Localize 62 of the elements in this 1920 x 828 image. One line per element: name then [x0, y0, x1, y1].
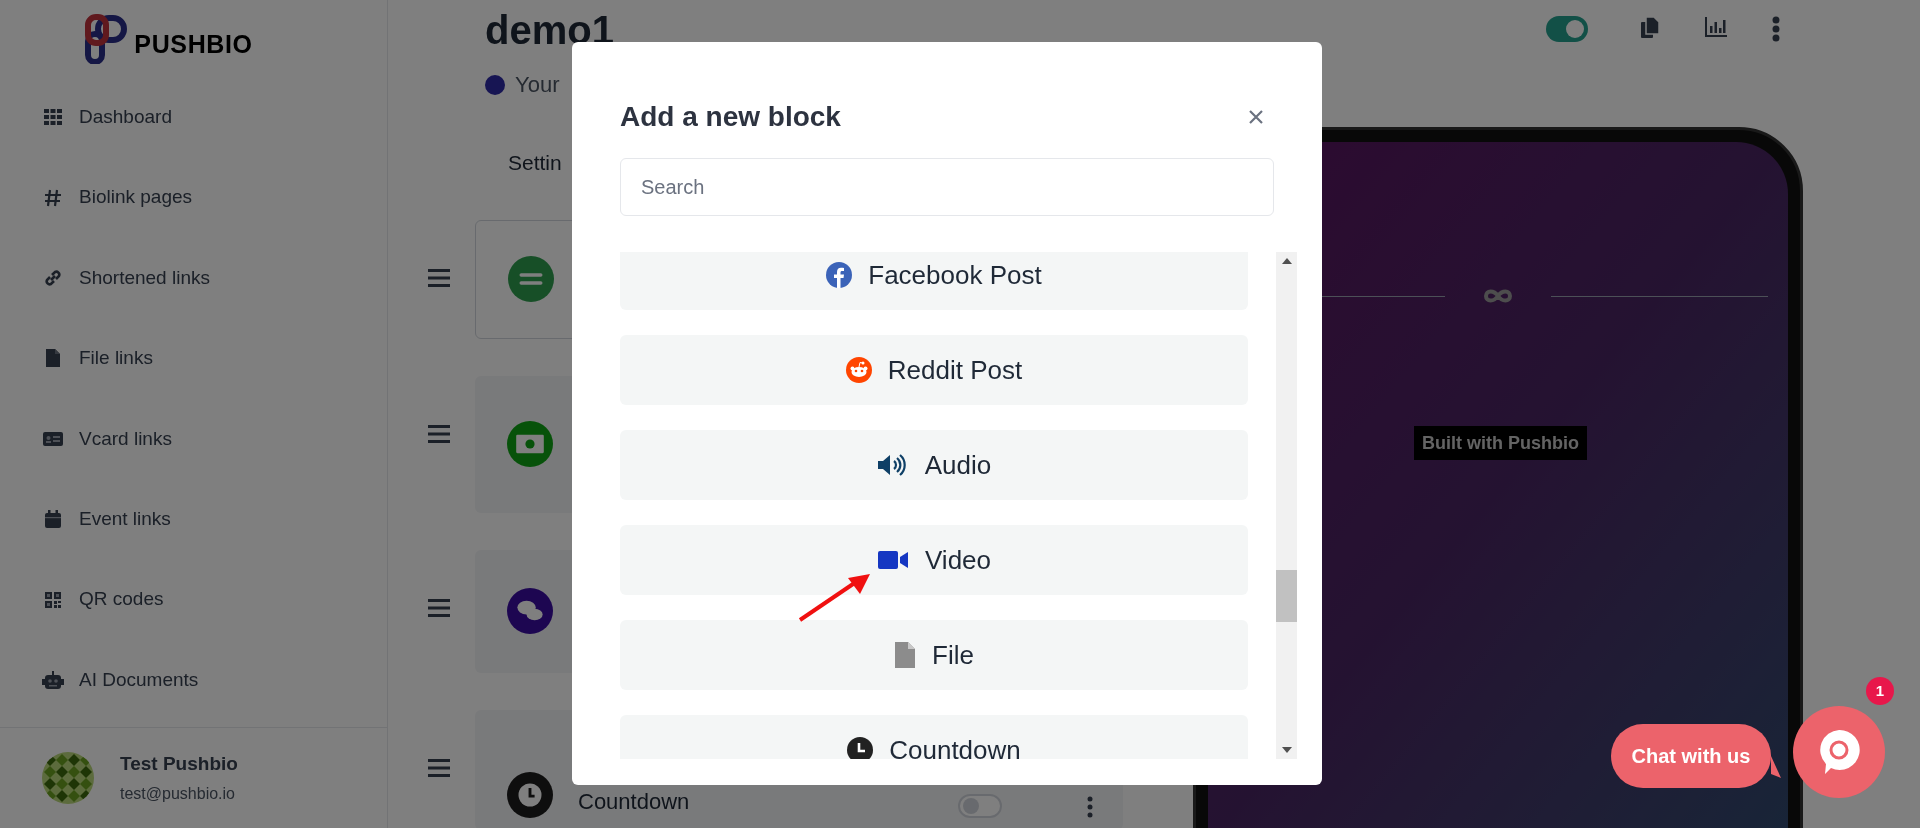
more-icon [1087, 795, 1093, 818]
chat-bubble-icon [1817, 728, 1861, 776]
scrollbar-thumb[interactable] [1276, 570, 1297, 622]
sidebar-item[interactable]: Dashboard [0, 77, 387, 158]
logo-text: PUSHBIO [134, 29, 253, 61]
user-email: test@pushbio.io [120, 784, 236, 805]
block-icon [507, 421, 553, 467]
alien-face-icon [845, 357, 872, 383]
sidebar-item[interactable]: File links [0, 318, 387, 399]
block-type-button[interactable]: Video [620, 525, 1248, 595]
chat-label[interactable]: Chat with us [1611, 723, 1771, 788]
grid-icon [43, 107, 63, 128]
scroll-down-icon [1281, 747, 1292, 753]
block-type-button[interactable]: Audio [620, 430, 1248, 500]
sidebar-item[interactable]: Shortened links [0, 237, 387, 319]
sidebar-item[interactable]: Vcard links [0, 398, 387, 479]
block-icon [507, 771, 553, 818]
notification-badge: 1 [1866, 677, 1894, 705]
block-type-button[interactable]: Reddit Post [620, 335, 1248, 405]
id-card-icon [42, 429, 64, 448]
hash-icon [43, 187, 63, 208]
block-type-button[interactable]: File [620, 620, 1248, 690]
robot-icon [41, 669, 65, 690]
avatar-icon [42, 752, 94, 804]
publish-toggle[interactable] [1546, 16, 1588, 42]
status-dot-icon [485, 74, 505, 95]
block-type-button[interactable]: Facebook Post [620, 252, 1248, 310]
sidebar-item[interactable]: QR codes [0, 559, 387, 640]
infinity-icon [1483, 288, 1513, 304]
facebook-icon [826, 262, 853, 288]
file-icon [45, 348, 61, 369]
calendar-icon [44, 509, 62, 530]
bar-chart-icon [1704, 16, 1728, 38]
more-icon [1772, 16, 1780, 42]
status-text: Your [515, 71, 560, 99]
block-icon [507, 588, 553, 634]
clock-icon [847, 737, 874, 759]
drag-handle-icon [428, 267, 450, 288]
sidebar-item[interactable]: Biolink pages [0, 157, 387, 238]
link-icon [43, 267, 63, 288]
arrow [798, 574, 870, 622]
user-name: Test Pushbio [120, 751, 238, 776]
search-field[interactable]: Search [620, 158, 1274, 216]
block-type-button[interactable]: Countdown [620, 715, 1248, 759]
block-title: Countdown [578, 787, 691, 816]
modal-title: Add a new block [620, 100, 841, 134]
sidebar-item[interactable]: Event links [0, 478, 387, 560]
copy-icon [1640, 16, 1660, 40]
drag-handle-icon [428, 423, 450, 444]
qr-code-icon [44, 590, 62, 609]
branding-label[interactable]: Built with Pushbio [1414, 426, 1587, 460]
sidebar-item[interactable]: AI Documents [0, 639, 387, 721]
drag-handle-icon [428, 757, 450, 778]
block-icon [508, 256, 554, 302]
close-icon [1248, 109, 1264, 125]
page-title: demo1 [485, 10, 614, 50]
video-camera-icon [877, 549, 909, 571]
drag-handle-icon [428, 597, 450, 618]
file-icon [894, 641, 917, 669]
bubble-tail-icon [1771, 756, 1781, 778]
scroll-up-icon [1281, 258, 1292, 264]
speaker-icon [876, 452, 909, 478]
